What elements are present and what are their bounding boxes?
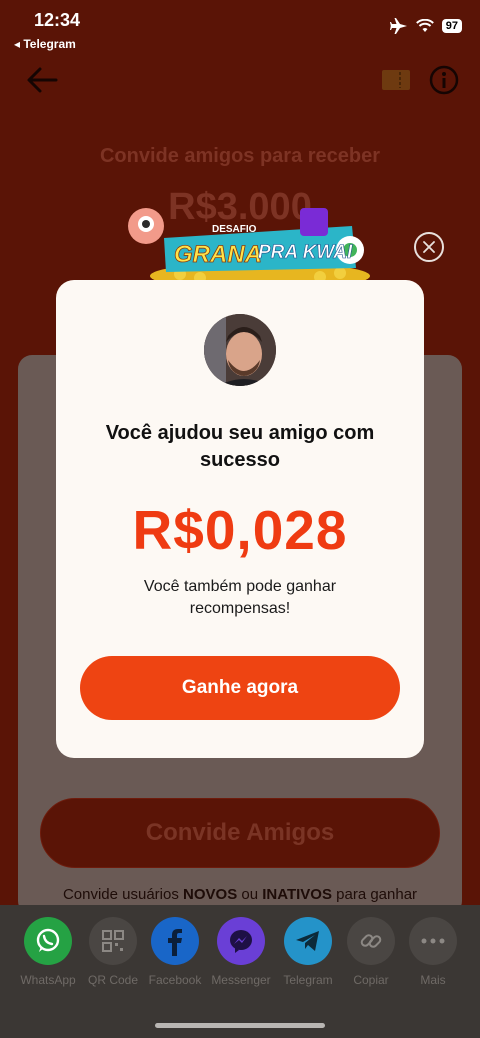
earn-now-button[interactable]: Ganhe agora xyxy=(80,656,400,720)
info-icon[interactable] xyxy=(428,64,460,96)
share-copy-link[interactable]: Copiar xyxy=(338,917,404,987)
hero-title: Convide amigos para receber xyxy=(99,145,381,167)
banner-tag: DESAFIO xyxy=(212,224,257,235)
invite-desc-prefix: Convide usuários xyxy=(62,886,184,903)
modal-title: Você ajudou seu amigo com sucesso xyxy=(105,422,375,471)
close-modal-button[interactable] xyxy=(414,232,444,262)
status-bar: 12:34 ◂ Telegram 97 xyxy=(0,0,480,56)
share-qr-code[interactable]: QR Code xyxy=(80,917,146,987)
whatsapp-icon xyxy=(24,917,72,965)
airplane-icon xyxy=(389,18,407,34)
banner-line2: PRA KWAI xyxy=(258,242,353,263)
invite-description: Convide usuários NOVOS ou INATIVOS para … xyxy=(0,886,480,903)
friend-avatar xyxy=(204,314,276,386)
reward-amount: R$0,028 xyxy=(132,499,348,561)
invite-friends-button[interactable]: Convide Amigos xyxy=(40,798,440,868)
banner-line1: GRANA xyxy=(174,241,262,268)
share-label-more: Mais xyxy=(420,973,446,987)
share-label-copy: Copiar xyxy=(353,973,389,987)
share-telegram[interactable]: Telegram xyxy=(275,917,341,987)
invite-desc-new: NOVOS xyxy=(183,886,238,903)
share-whatsapp[interactable]: WhatsApp xyxy=(15,917,81,987)
share-more[interactable]: Mais xyxy=(400,917,466,987)
share-messenger[interactable]: Messenger xyxy=(208,917,274,987)
back-arrow-icon[interactable] xyxy=(24,62,60,98)
modal-subtitle: Você também pode ganhar recompensas! xyxy=(143,578,337,617)
share-label-messenger: Messenger xyxy=(211,973,271,987)
share-label-whatsapp: WhatsApp xyxy=(20,973,76,987)
battery-indicator: 97 xyxy=(441,19,462,33)
success-modal: Você ajudou seu amigo com sucesso R$0,02… xyxy=(56,280,424,758)
link-icon xyxy=(347,917,395,965)
invite-desc-inactive: INATIVOS xyxy=(262,886,332,903)
close-icon xyxy=(423,241,435,253)
home-indicator xyxy=(155,1023,325,1028)
qr-code-icon xyxy=(89,917,137,965)
facebook-icon xyxy=(151,917,199,965)
status-time: 12:34 xyxy=(34,10,81,30)
invite-desc-or: ou xyxy=(237,886,263,903)
more-icon xyxy=(409,917,457,965)
invite-desc-suffix: para ganhar xyxy=(331,886,418,903)
share-label-telegram: Telegram xyxy=(283,973,333,987)
back-to-telegram-link[interactable]: ◂ Telegram xyxy=(14,37,76,51)
share-label-qr-code: QR Code xyxy=(87,973,139,987)
share-facebook[interactable]: Facebook xyxy=(142,917,208,987)
status-icons: 97 xyxy=(389,18,462,34)
grana-pra-kwai-banner: DESAFIO GRANA PRA KWAI xyxy=(128,208,370,290)
share-label-facebook: Facebook xyxy=(148,973,202,987)
ticket-icon[interactable] xyxy=(380,67,412,93)
telegram-icon xyxy=(284,917,332,965)
wifi-icon xyxy=(415,19,434,32)
messenger-icon xyxy=(217,917,265,965)
